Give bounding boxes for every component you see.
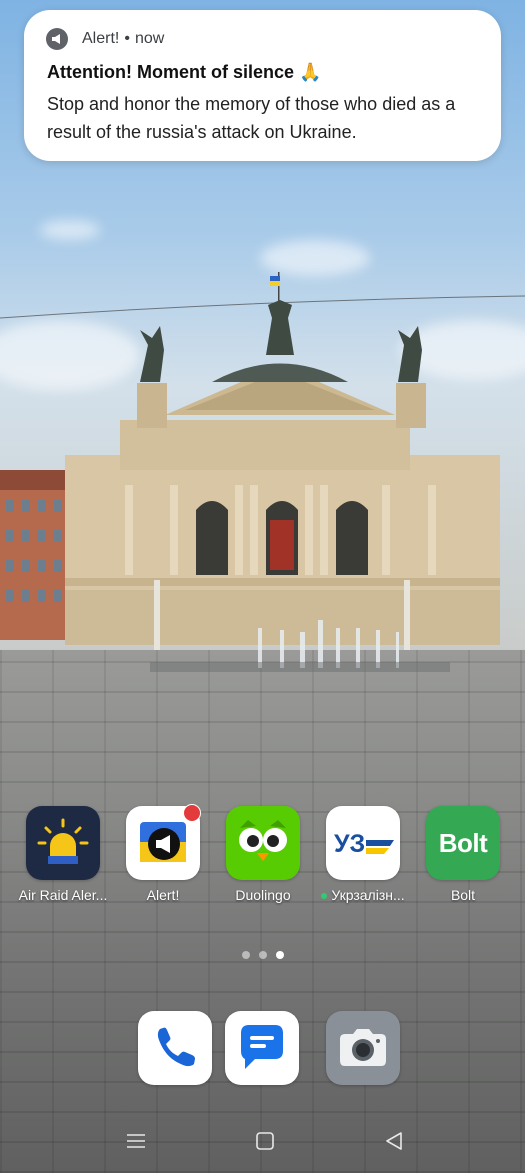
back-icon[interactable] [383,1130,405,1152]
opera-house-photo [0,272,525,672]
page-dot [241,951,250,959]
app-duolingo[interactable]: Duolingo [213,806,313,903]
bolt-logo-icon: Bolt [426,806,500,880]
notification-title: Attention! Moment of silence 🙏 [47,62,322,82]
new-install-dot [321,893,328,900]
notification-separator: • [124,30,130,47]
notification-time: now [134,30,165,47]
duolingo-owl-icon [226,806,300,880]
home-icon[interactable] [254,1130,276,1152]
notification-app-name: Alert! [82,30,120,47]
camera-icon [326,1011,400,1085]
app-air-raid-alert[interactable]: Air Raid Aler... [13,806,113,903]
app-ukrzaliznytsia[interactable]: УЗ Укрзалізн... [313,806,413,903]
app-label: Alert! [146,887,180,903]
wallpaper [0,0,525,1173]
notification-badge [183,804,201,822]
uz-logo-icon: УЗ [326,806,400,880]
page-dot-active [275,951,284,959]
air-raid-siren-icon [26,806,100,880]
dock-phone[interactable] [125,1011,225,1085]
bolt-logo-text: Bolt [438,827,488,858]
app-label: Bolt [450,887,476,903]
menu-icon[interactable] [125,1130,147,1152]
page-dot [258,951,267,959]
uz-logo-text: УЗ [334,830,365,858]
megaphone-icon [46,28,68,50]
app-alert[interactable]: Alert! [113,804,213,903]
messages-icon [225,1011,299,1085]
app-label: Air Raid Aler... [18,887,108,903]
notification-body: Stop and honor the memory of those who d… [47,94,456,142]
phone-icon [138,1011,212,1085]
app-label: Укрзалізн... [313,887,413,903]
dock-camera[interactable] [313,1011,413,1085]
app-bolt[interactable]: Bolt Bolt [413,806,513,903]
app-label: Duolingo [235,887,291,903]
app-label-text: Укрзалізн... [331,887,405,903]
dock-messages[interactable] [212,1011,312,1085]
page-indicator[interactable] [0,951,525,959]
alert-notification[interactable]: Alert! • now Attention! Moment of silence … [24,10,501,161]
notification-header: Alert! • now [82,30,164,48]
